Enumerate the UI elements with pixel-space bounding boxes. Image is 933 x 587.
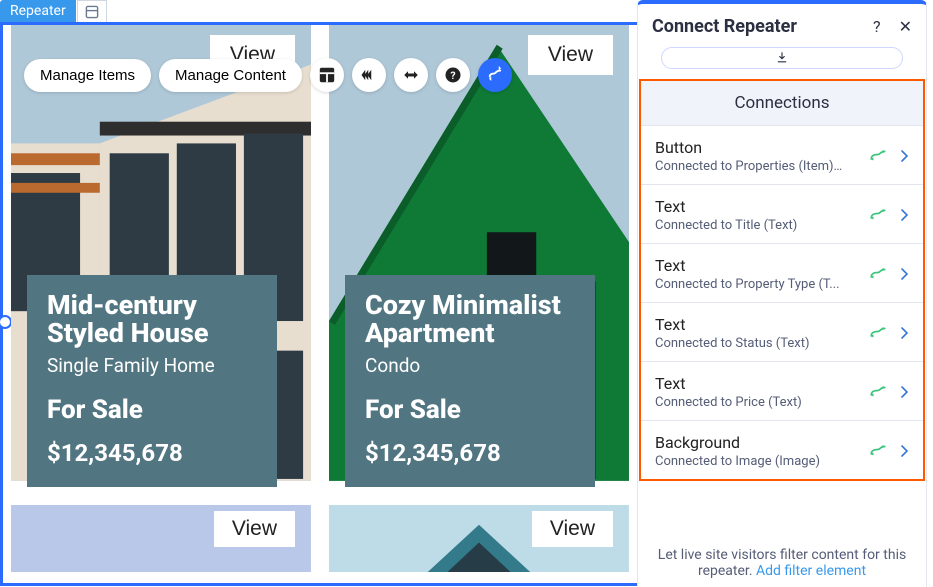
panel-close-icon[interactable]: ✕	[899, 17, 912, 36]
chevron-right-icon	[901, 209, 909, 221]
manage-content-button[interactable]: Manage Content	[159, 59, 302, 92]
chevron-right-icon	[901, 150, 909, 162]
connection-subtitle: Connected to Status (Text)	[655, 336, 810, 351]
panel-header: Connect Repeater ? ✕	[638, 4, 926, 47]
connection-title: Text	[655, 374, 802, 393]
panel-title: Connect Repeater	[652, 16, 797, 37]
layout-icon	[85, 5, 99, 19]
connected-icon	[869, 326, 887, 340]
repeater-selection[interactable]: View Mid-century Styled House Single Fam…	[0, 22, 640, 586]
connected-icon	[869, 267, 887, 281]
stretch-button[interactable]	[394, 58, 428, 92]
card-status: For Sale	[47, 395, 257, 425]
card-status: For Sale	[365, 395, 575, 425]
connections-highlight: Connections Button Connected to Properti…	[639, 79, 925, 481]
repeater-canvas: View Mid-century Styled House Single Fam…	[3, 25, 637, 583]
dataset-pill[interactable]	[661, 47, 903, 69]
add-filter-link[interactable]: Add filter element	[756, 563, 866, 579]
view-button[interactable]: View	[532, 511, 613, 547]
connection-title: Text	[655, 315, 810, 334]
connection-row[interactable]: Background Connected to Image (Image)	[641, 421, 923, 479]
repeater-item[interactable]: View Mid-century Styled House Single Fam…	[11, 25, 311, 487]
connect-repeater-panel: Connect Repeater ? ✕ Connections Button …	[637, 0, 927, 587]
animation-icon	[360, 66, 378, 84]
repeater-item[interactable]: View	[329, 505, 629, 573]
view-button[interactable]: View	[528, 35, 613, 75]
connected-icon	[869, 149, 887, 163]
connection-subtitle: Connected to Properties (Item) ()	[655, 159, 845, 174]
connection-title: Text	[655, 256, 840, 275]
panel-footer: Let live site visitors filter content fo…	[638, 537, 926, 587]
panel-help-icon[interactable]: ?	[873, 17, 881, 36]
connected-icon	[869, 444, 887, 458]
sibling-tab[interactable]	[77, 0, 107, 23]
card-type: Single Family Home	[47, 354, 257, 377]
card-overlay: Mid-century Styled House Single Family H…	[27, 275, 277, 487]
help-button[interactable]: ?	[436, 58, 470, 92]
chevron-right-icon	[901, 445, 909, 457]
connection-row[interactable]: Text Connected to Property Type (T...	[641, 244, 923, 303]
connection-title: Button	[655, 138, 845, 157]
connection-subtitle: Connected to Title (Text)	[655, 218, 797, 233]
connection-title: Background	[655, 433, 820, 452]
connected-icon	[869, 385, 887, 399]
manage-items-button[interactable]: Manage Items	[24, 59, 151, 92]
selected-element-tab[interactable]: Repeater	[0, 0, 76, 23]
element-toolbar: Manage Items Manage Content ?	[24, 58, 512, 92]
card-title: Cozy Minimalist Apartment	[365, 291, 575, 348]
chevron-right-icon	[901, 268, 909, 280]
chevron-right-icon	[901, 386, 909, 398]
layout-icon	[318, 66, 336, 84]
connect-data-button[interactable]	[478, 58, 512, 92]
download-icon	[776, 52, 788, 64]
connected-icon	[869, 208, 887, 222]
connection-row[interactable]: Text Connected to Status (Text)	[641, 303, 923, 362]
svg-text:?: ?	[450, 69, 455, 82]
stretch-icon	[402, 66, 420, 84]
help-icon: ?	[444, 66, 462, 84]
card-type: Condo	[365, 354, 575, 377]
connection-row[interactable]: Text Connected to Price (Text)	[641, 362, 923, 421]
card-title: Mid-century Styled House	[47, 291, 257, 348]
chevron-right-icon	[901, 327, 909, 339]
editor-stage: Repeater	[0, 0, 933, 587]
connections-heading: Connections	[641, 81, 923, 126]
card-price: $12,345,678	[365, 439, 575, 467]
connect-icon	[486, 66, 504, 84]
card-overlay: Cozy Minimalist Apartment Condo For Sale…	[345, 275, 595, 487]
card-price: $12,345,678	[47, 439, 257, 467]
view-button[interactable]: View	[214, 511, 295, 547]
connection-row[interactable]: Text Connected to Title (Text)	[641, 185, 923, 244]
connection-row[interactable]: Button Connected to Properties (Item) ()	[641, 126, 923, 185]
connection-subtitle: Connected to Property Type (T...	[655, 277, 840, 292]
connection-subtitle: Connected to Price (Text)	[655, 395, 802, 410]
repeater-item[interactable]: View Cozy Minimalist Apartment Condo For…	[329, 25, 629, 487]
animation-button[interactable]	[352, 58, 386, 92]
connection-subtitle: Connected to Image (Image)	[655, 454, 820, 469]
connection-title: Text	[655, 197, 797, 216]
repeater-item[interactable]: View	[11, 505, 311, 573]
layout-button[interactable]	[310, 58, 344, 92]
